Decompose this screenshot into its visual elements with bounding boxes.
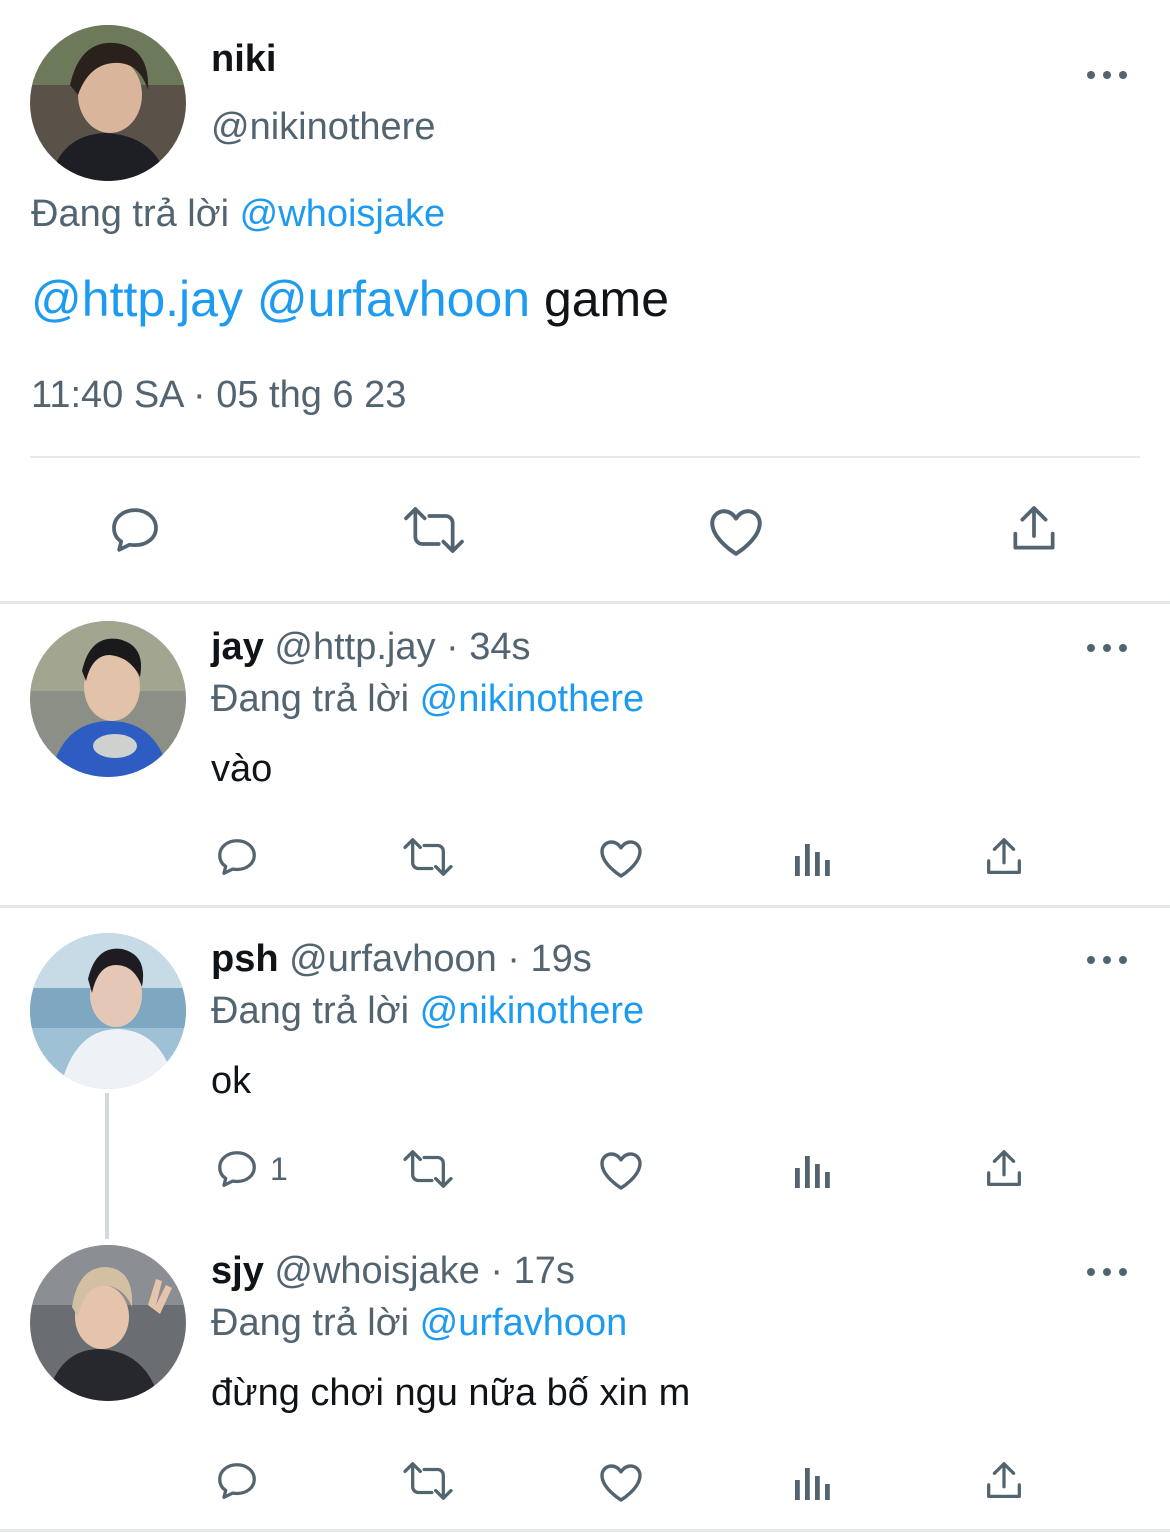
mention-link[interactable]: @urfavhoon — [257, 271, 530, 327]
more-icon[interactable] — [1087, 69, 1127, 81]
views-button[interactable] — [793, 1150, 833, 1190]
share-icon — [1013, 506, 1055, 550]
reply-icon — [218, 1463, 256, 1499]
avatar-niki[interactable] — [30, 25, 186, 181]
reply-count: 1 — [270, 1150, 288, 1187]
reply-time[interactable]: · 17s — [490, 1250, 574, 1292]
like-button[interactable] — [597, 1458, 645, 1504]
views-button[interactable] — [793, 838, 833, 878]
author-handle[interactable]: @urfavhoon — [289, 938, 497, 980]
author-handle[interactable]: @http.jay — [274, 626, 435, 668]
section-divider — [0, 905, 1170, 908]
share-button[interactable] — [981, 1146, 1027, 1192]
share-button[interactable] — [1006, 500, 1062, 558]
retweet-button[interactable] — [400, 1458, 456, 1504]
heart-icon — [600, 840, 642, 878]
tweet-timestamp[interactable]: 11:40 SA · 05 thg 6 23 — [31, 374, 406, 417]
retweet-button[interactable] — [400, 834, 456, 880]
replying-prefix: Đang trả lời — [31, 193, 240, 235]
share-button[interactable] — [981, 1458, 1027, 1504]
retweet-button[interactable] — [400, 502, 468, 558]
replying-prefix: Đang trả lời — [211, 1302, 420, 1344]
more-icon[interactable] — [1087, 642, 1127, 654]
share-icon — [987, 1462, 1021, 1498]
like-button[interactable] — [706, 502, 766, 558]
replying-to-link[interactable]: @nikinothere — [420, 678, 644, 720]
author-name[interactable]: niki — [211, 38, 276, 81]
reply-button[interactable]: 1 — [214, 1146, 288, 1192]
reply-header: sjy @whoisjake · 17s — [211, 1250, 575, 1293]
replying-to-link[interactable]: @urfavhoon — [420, 1302, 628, 1344]
reply-icon — [218, 839, 256, 875]
reply-time[interactable]: · 19s — [507, 938, 591, 980]
reply-button[interactable] — [214, 1458, 270, 1504]
retweet-icon — [404, 507, 464, 553]
replying-prefix: Đang trả lời — [211, 678, 420, 720]
replying-to: Đang trả lời @nikinothere — [211, 678, 644, 721]
views-icon — [795, 844, 830, 876]
share-icon — [987, 1150, 1021, 1186]
replying-to: Đang trả lời @nikinothere — [211, 990, 644, 1033]
avatar-sjy[interactable] — [30, 1245, 186, 1401]
author-name[interactable]: psh — [211, 938, 279, 980]
more-icon[interactable] — [1087, 1266, 1127, 1278]
avatar-psh[interactable] — [30, 933, 186, 1089]
share-button[interactable] — [981, 834, 1027, 880]
reply-header: jay @http.jay · 34s — [211, 626, 531, 669]
views-button[interactable] — [793, 1462, 833, 1502]
heart-icon — [600, 1464, 642, 1502]
section-divider — [0, 601, 1170, 604]
more-icon[interactable] — [1087, 954, 1127, 966]
author-name[interactable]: jay — [211, 626, 264, 668]
heart-icon — [710, 509, 762, 556]
author-handle[interactable]: @nikinothere — [211, 106, 435, 149]
replying-to: Đang trả lời @whoisjake — [31, 193, 445, 236]
reply-icon — [112, 508, 158, 552]
mention-link[interactable]: @http.jay — [31, 271, 243, 327]
reply-body: đừng chơi ngu nữa bố xin m — [211, 1372, 691, 1414]
reply-icon — [218, 1151, 256, 1187]
section-divider — [0, 1529, 1170, 1532]
tweet-text: @http.jay @urfavhoon game — [31, 270, 669, 328]
retweet-icon — [403, 1462, 453, 1500]
author-handle[interactable]: @whoisjake — [274, 1250, 479, 1292]
retweet-icon — [403, 838, 453, 876]
divider — [30, 456, 1140, 458]
reply-body: ok — [211, 1060, 252, 1102]
replying-prefix: Đang trả lời — [211, 990, 420, 1032]
share-icon — [987, 838, 1021, 874]
views-icon — [795, 1468, 830, 1500]
thread-connector — [105, 1093, 109, 1239]
replying-to-link[interactable]: @nikinothere — [420, 990, 644, 1032]
reply-time[interactable]: · 34s — [446, 626, 530, 668]
retweet-icon — [403, 1150, 453, 1188]
views-icon — [795, 1156, 830, 1188]
author-name[interactable]: sjy — [211, 1250, 264, 1292]
avatar-jay[interactable] — [30, 621, 186, 777]
heart-icon — [600, 1152, 642, 1190]
reply-header: psh @urfavhoon · 19s — [211, 938, 592, 981]
reply-body: vào — [211, 748, 273, 790]
replying-to: Đang trả lời @urfavhoon — [211, 1302, 627, 1345]
reply-button[interactable] — [106, 502, 164, 558]
like-button[interactable] — [597, 1146, 645, 1192]
reply-button[interactable] — [214, 834, 270, 880]
like-button[interactable] — [597, 834, 645, 880]
retweet-button[interactable] — [400, 1146, 456, 1192]
replying-to-link[interactable]: @whoisjake — [240, 193, 445, 235]
tweet-body: game — [543, 271, 670, 327]
